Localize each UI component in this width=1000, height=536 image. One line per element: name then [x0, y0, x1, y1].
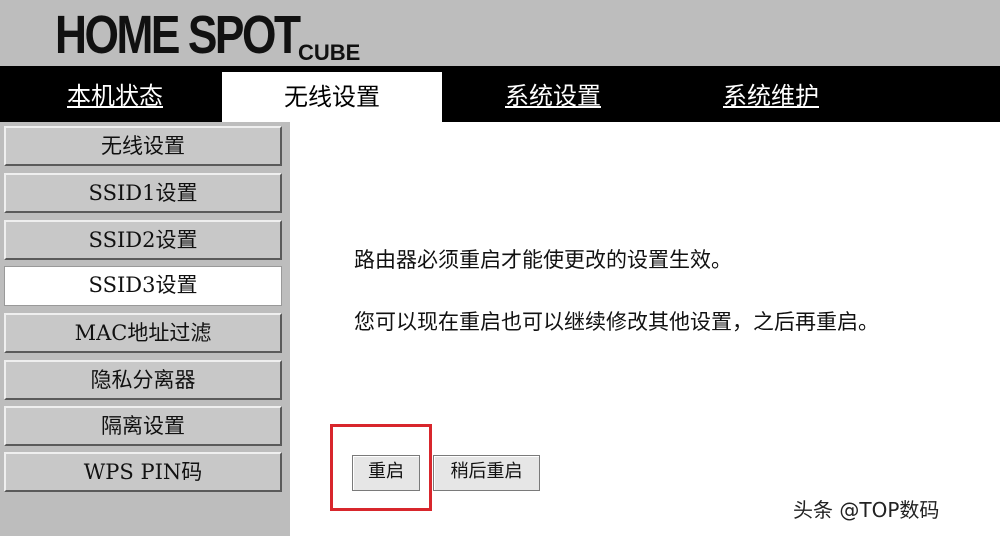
sidebar-item-isolation[interactable]: 隔离设置 — [4, 406, 282, 446]
tab-system-settings[interactable]: 系统设置 — [478, 66, 628, 122]
reboot-button[interactable]: 重启 — [352, 455, 420, 491]
tab-wireless-settings[interactable]: 无线设置 — [222, 72, 442, 122]
brand-logo-sub: CUBE — [298, 40, 361, 65]
sidebar-item-wps-pin[interactable]: WPS PIN码 — [4, 452, 282, 492]
reboot-later-button[interactable]: 稍后重启 — [433, 455, 540, 491]
brand-logo: HOME SPOT — [55, 5, 301, 65]
main-nav: 本机状态 无线设置 系统设置 系统维护 — [0, 66, 1000, 122]
sidebar-item-ssid2[interactable]: SSID2设置 — [4, 220, 282, 260]
sidebar-item-wireless-settings[interactable]: 无线设置 — [4, 126, 282, 166]
watermark: 头条 @TOP数码 — [793, 498, 940, 522]
restart-later-message: 您可以现在重启也可以继续修改其他设置，之后再重启。 — [354, 310, 879, 334]
restart-required-message: 路由器必须重启才能使更改的设置生效。 — [354, 248, 732, 272]
tab-system-maintenance[interactable]: 系统维护 — [696, 66, 846, 122]
sidebar-item-ssid1[interactable]: SSID1设置 — [4, 173, 282, 213]
sidebar: 无线设置 SSID1设置 SSID2设置 SSID3设置 MAC地址过滤 隐私分… — [0, 122, 290, 536]
tab-device-status[interactable]: 本机状态 — [40, 66, 190, 122]
sidebar-item-mac-filter[interactable]: MAC地址过滤 — [4, 313, 282, 353]
sidebar-item-ssid3[interactable]: SSID3设置 — [4, 266, 282, 306]
sidebar-item-privacy-separator[interactable]: 隐私分离器 — [4, 360, 282, 400]
header: HOME SPOT CUBE — [0, 0, 1000, 66]
